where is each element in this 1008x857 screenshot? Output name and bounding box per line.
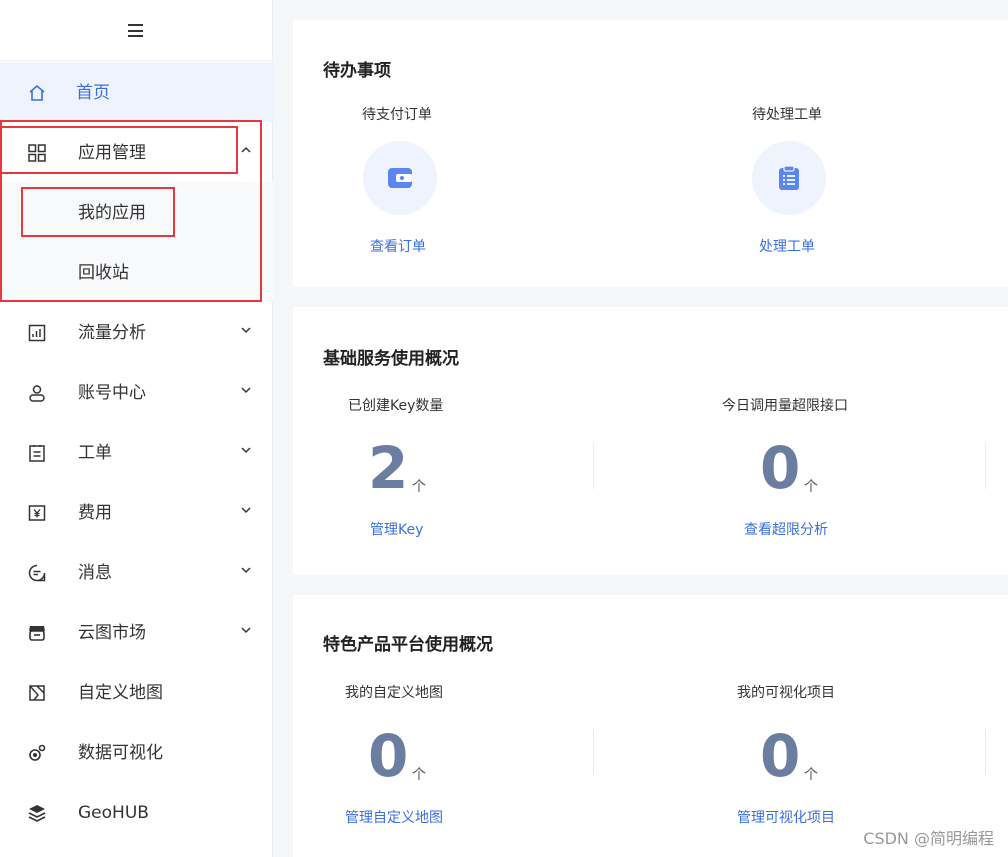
- chevron-down-icon: [241, 507, 251, 514]
- store-icon: [29, 626, 45, 641]
- sidebar-item-label: 回收站: [78, 263, 129, 283]
- sidebar-item-label: 自定义地图: [78, 683, 163, 703]
- sidebar-item-label: 费用: [78, 503, 112, 523]
- card-title: 特色产品平台使用概况: [323, 635, 493, 655]
- wallet-icon-circle: [363, 141, 437, 215]
- sidebar-item-geohub[interactable]: GeoHUB: [0, 782, 273, 842]
- wallet-icon: [388, 168, 412, 188]
- sidebar-item-custom-map[interactable]: 自定义地图: [0, 662, 273, 722]
- unit-label: 个: [412, 767, 426, 783]
- sidebar-item-label: GeoHUB: [78, 803, 149, 823]
- sidebar-item-label: 流量分析: [78, 323, 146, 343]
- visual-projects-label: 我的可视化项目: [737, 685, 835, 701]
- sidebar-item-label: 首页: [76, 83, 110, 103]
- card-title: 待办事项: [323, 61, 391, 81]
- map-icon: [29, 685, 45, 701]
- sidebar-item-label: 账号中心: [78, 383, 146, 403]
- card-title: 基础服务使用概况: [323, 349, 459, 369]
- featured-products-card: 特色产品平台使用概况 我的自定义地图 0 个 管理自定义地图 我的可视化项目 0…: [293, 595, 1008, 857]
- sidebar-item-label: 数据可视化: [78, 743, 163, 763]
- pending-tickets-label: 待处理工单: [752, 107, 822, 123]
- sidebar-item-tickets[interactable]: 工单: [0, 422, 273, 482]
- layers-icon: [28, 805, 46, 822]
- visual-icon: [29, 744, 46, 761]
- menu-toggle-button[interactable]: [0, 0, 273, 61]
- clipboard-icon: [29, 445, 45, 462]
- sidebar: 首页 应用管理 我的应用 回收站 流量分析 账号中心 工单 费用 消息 云图市场…: [0, 0, 273, 857]
- divider: [593, 729, 594, 775]
- unit-label: 个: [804, 767, 818, 783]
- sidebar-item-home[interactable]: 首页: [0, 62, 273, 122]
- pending-orders-label: 待支付订单: [362, 107, 432, 123]
- yen-icon: [28, 505, 46, 521]
- sidebar-item-label: 云图市场: [78, 623, 146, 643]
- sidebar-item-label: 消息: [78, 563, 112, 583]
- home-icon: [29, 84, 45, 101]
- divider: [985, 443, 986, 489]
- message-icon: [28, 564, 46, 582]
- sidebar-item-account-center[interactable]: 账号中心: [0, 362, 273, 422]
- chart-icon: [28, 324, 46, 342]
- chevron-down-icon: [241, 387, 251, 394]
- chevron-down-icon: [241, 327, 251, 334]
- sidebar-item-cloud-market[interactable]: 云图市场: [0, 602, 273, 662]
- sidebar-item-messages[interactable]: 消息: [0, 542, 273, 602]
- chevron-down-icon: [241, 567, 251, 574]
- custom-maps-label: 我的自定义地图: [345, 685, 443, 701]
- sidebar-item-billing[interactable]: 费用: [0, 482, 273, 542]
- hamburger-icon: [128, 24, 143, 37]
- custom-maps-count: 0: [368, 722, 409, 790]
- divider: [985, 729, 986, 775]
- todo-card: 待办事项 待支付订单 查看订单 待处理工单 处理工单: [293, 20, 1008, 287]
- watermark: CSDN @简明编程: [863, 829, 994, 848]
- user-icon: [29, 385, 45, 402]
- sidebar-item-label: 应用管理: [78, 143, 146, 163]
- chevron-up-icon: [241, 146, 251, 153]
- visual-projects-count: 0: [760, 722, 801, 790]
- manage-custom-maps-link[interactable]: 管理自定义地图: [345, 807, 443, 827]
- grid-icon: [28, 144, 46, 162]
- view-orders-link[interactable]: 查看订单: [370, 236, 426, 256]
- divider: [593, 443, 594, 489]
- unit-label: 个: [412, 479, 426, 495]
- handle-tickets-link[interactable]: 处理工单: [759, 236, 815, 256]
- manage-key-link[interactable]: 管理Key: [370, 519, 423, 539]
- clipboard-list-icon: [779, 165, 799, 190]
- over-limit-apis-count: 0: [760, 434, 801, 502]
- sidebar-item-my-apps[interactable]: 我的应用: [0, 182, 273, 242]
- unit-label: 个: [804, 479, 818, 495]
- clipboard-list-icon-circle: [752, 141, 826, 215]
- manage-visual-projects-link[interactable]: 管理可视化项目: [737, 807, 835, 827]
- basic-service-card: 基础服务使用概况 已创建Key数量 2 个 管理Key 今日调用量超限接口 0 …: [293, 307, 1008, 575]
- chevron-down-icon: [241, 447, 251, 454]
- sidebar-item-recycle-bin[interactable]: 回收站: [0, 242, 273, 302]
- sidebar-item-traffic-analysis[interactable]: 流量分析: [0, 302, 273, 362]
- sidebar-item-label: 工单: [78, 443, 112, 463]
- created-keys-label: 已创建Key数量: [348, 398, 444, 414]
- over-limit-apis-label: 今日调用量超限接口: [722, 398, 848, 414]
- sidebar-item-label: 我的应用: [78, 203, 146, 223]
- view-over-limit-analysis-link[interactable]: 查看超限分析: [744, 519, 828, 539]
- sidebar-item-data-visualization[interactable]: 数据可视化: [0, 722, 273, 782]
- created-keys-count: 2: [368, 434, 409, 502]
- sidebar-item-app-management[interactable]: 应用管理: [0, 122, 273, 182]
- chevron-down-icon: [241, 627, 251, 634]
